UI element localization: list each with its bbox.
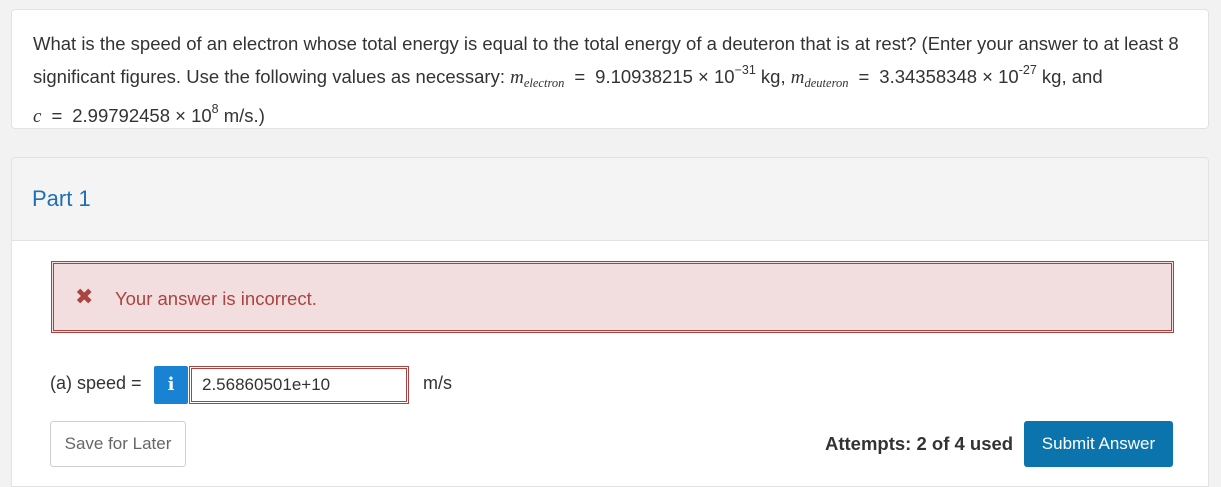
unit-label: m/s [423, 373, 452, 393]
part-header: Part 1 [12, 158, 1208, 241]
m-deuteron-subscript: deuteron [804, 76, 849, 90]
c-unit: m/s.) [218, 105, 265, 126]
close-icon: ✖ [75, 284, 94, 309]
part-title: Part 1 [32, 186, 91, 211]
c-exponent: 8 [211, 102, 219, 116]
equals-sign: = [574, 66, 586, 87]
m-deuteron-symbol: m [790, 67, 805, 88]
question-text: What is the speed of an electron whose t… [33, 31, 1193, 130]
speed-answer-input[interactable] [189, 366, 409, 404]
m-electron-unit: kg, [755, 66, 791, 87]
equals-sign: = [51, 105, 63, 126]
submit-answer-button[interactable]: Submit Answer [1024, 421, 1173, 467]
info-icon[interactable]: i [154, 366, 188, 404]
alert-text: Your answer is incorrect. [115, 288, 317, 309]
m-electron-symbol: m [510, 67, 524, 88]
m-electron-subscript: electron [523, 76, 565, 90]
attempts-counter: Attempts: 2 of 4 used [825, 433, 1014, 454]
equals-sign: = [858, 66, 870, 87]
m-electron-value: 9.10938215 × 10 [595, 66, 735, 87]
m-deuteron-exponent: -27 [1018, 63, 1037, 77]
c-symbol: c [33, 106, 42, 127]
incorrect-alert: ✖ Your answer is incorrect. [51, 261, 1174, 333]
answer-label: (a) speed = [50, 373, 142, 393]
m-electron-exponent: −31 [734, 63, 756, 77]
save-for-later-button[interactable]: Save for Later [50, 421, 186, 467]
m-deuteron-value: 3.34358348 × 10 [879, 66, 1019, 87]
part-card: Part 1 ✖ Your answer is incorrect. (a) s… [11, 157, 1209, 487]
c-value: 2.99792458 × 10 [72, 105, 212, 126]
question-card: What is the speed of an electron whose t… [11, 9, 1209, 129]
m-deuteron-unit: kg, and [1036, 66, 1103, 87]
